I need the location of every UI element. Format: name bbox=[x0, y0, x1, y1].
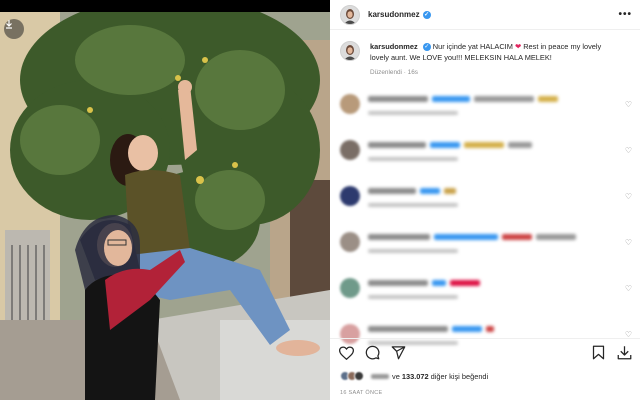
user-avatar[interactable] bbox=[340, 4, 360, 25]
save-button[interactable] bbox=[590, 345, 606, 361]
blurred-text bbox=[432, 280, 446, 286]
comment-like-icon[interactable]: ♡ bbox=[625, 100, 632, 109]
likes-prefix: ve bbox=[392, 371, 400, 381]
comment-meta-blurred bbox=[368, 111, 458, 115]
comment-row: ♡ bbox=[330, 272, 640, 318]
blurred-text bbox=[452, 326, 482, 332]
comment-like-icon[interactable]: ♡ bbox=[625, 192, 632, 201]
commenter-avatar[interactable] bbox=[340, 94, 360, 114]
blurred-text bbox=[432, 96, 470, 102]
caption-text: Nur içinde yat HALACIM bbox=[432, 42, 513, 51]
liker-name-blurred bbox=[371, 373, 389, 379]
comment-meta-blurred bbox=[368, 295, 458, 299]
caption-body: karsudonmez ✓ Nur içinde yat HALACIM ❤ R… bbox=[370, 41, 622, 78]
download-icon bbox=[6, 20, 12, 29]
comment-meta-blurred bbox=[368, 203, 458, 207]
comments-list: ♡ ♡ ♡ ♡ ♡ ♡ bbox=[330, 88, 640, 364]
comment-line bbox=[368, 234, 576, 249]
comment-like-icon[interactable]: ♡ bbox=[625, 284, 632, 293]
blurred-text bbox=[368, 326, 448, 332]
comment-row: ♡ bbox=[330, 134, 640, 180]
blurred-text bbox=[368, 142, 426, 148]
blurred-text bbox=[368, 188, 416, 194]
comment-line bbox=[368, 142, 532, 157]
heart-icon bbox=[338, 345, 354, 360]
more-options-icon[interactable]: ••• bbox=[618, 9, 632, 20]
blurred-text bbox=[420, 188, 440, 194]
commenter-avatar[interactable] bbox=[340, 186, 360, 206]
header-username[interactable]: karsudonmez ✓ bbox=[368, 10, 431, 19]
liker-avatar bbox=[354, 371, 364, 381]
caption-username[interactable]: karsudonmez bbox=[370, 42, 418, 51]
avatar-photo bbox=[344, 8, 356, 24]
comment-row: ♡ bbox=[330, 88, 640, 134]
likes-summary[interactable]: ve 133.072 diğer kişi beğendi bbox=[340, 371, 488, 381]
likes-suffix: diğer kişi beğendi bbox=[430, 371, 489, 381]
commenter-avatar[interactable] bbox=[340, 232, 360, 252]
comment-like-icon[interactable]: ♡ bbox=[625, 146, 632, 155]
comment-text-blurred bbox=[368, 280, 480, 318]
comment-line bbox=[368, 188, 458, 203]
post-sidebar: karsudonmez ✓ ••• karsudonmez ✓ Nur içind… bbox=[330, 0, 640, 400]
caption-meta: Düzenlendi · 16s bbox=[370, 69, 418, 76]
download-icon bbox=[617, 346, 631, 360]
header-username-text[interactable]: karsudonmez bbox=[368, 10, 420, 19]
edited-label: Düzenlendi bbox=[370, 69, 402, 76]
comment-row: ♡ bbox=[330, 226, 640, 272]
comment-button[interactable] bbox=[364, 345, 380, 361]
photo-scene bbox=[0, 0, 330, 400]
commenter-avatar[interactable] bbox=[340, 278, 360, 298]
liker-avatars bbox=[340, 371, 364, 381]
comment-icon bbox=[365, 345, 379, 360]
likes-count: 133.072 bbox=[401, 371, 429, 381]
blurred-text bbox=[508, 142, 532, 148]
blurred-text bbox=[368, 96, 428, 102]
blurred-text bbox=[368, 234, 430, 240]
post-actions-bar bbox=[330, 338, 640, 366]
download-post-button[interactable] bbox=[616, 345, 632, 361]
post-caption: karsudonmez ✓ Nur içinde yat HALACIM ❤ R… bbox=[330, 30, 640, 78]
blurred-text bbox=[368, 280, 428, 286]
blurred-text bbox=[450, 280, 480, 286]
comment-line bbox=[368, 96, 558, 111]
comment-meta-blurred bbox=[368, 157, 458, 161]
blurred-text bbox=[474, 96, 534, 102]
post-photo[interactable] bbox=[0, 0, 330, 400]
post-timestamp: 16 SAAT ÖNCE bbox=[340, 390, 383, 396]
comment-text-blurred bbox=[368, 142, 532, 180]
verified-icon: ✓ bbox=[422, 43, 431, 52]
share-button[interactable] bbox=[390, 345, 406, 361]
comment-meta-blurred bbox=[368, 249, 458, 253]
comment-line bbox=[368, 280, 480, 295]
blurred-text bbox=[538, 96, 558, 102]
bookmark-icon bbox=[592, 345, 604, 360]
blurred-text bbox=[430, 142, 460, 148]
blurred-text bbox=[464, 142, 504, 148]
red-heart-emoji: ❤ bbox=[514, 42, 522, 51]
right-actions bbox=[580, 345, 632, 361]
avatar-photo bbox=[344, 45, 356, 60]
caption-avatar[interactable] bbox=[340, 41, 360, 61]
photo-download-button[interactable] bbox=[4, 19, 24, 39]
blurred-text bbox=[502, 234, 532, 240]
edited-age: 16s bbox=[407, 69, 418, 76]
comment-like-icon[interactable]: ♡ bbox=[625, 238, 632, 247]
share-icon bbox=[391, 346, 405, 360]
commenter-avatar[interactable] bbox=[340, 140, 360, 160]
blurred-text bbox=[536, 234, 576, 240]
comment-text-blurred bbox=[368, 188, 458, 226]
verified-icon: ✓ bbox=[422, 10, 431, 19]
like-button[interactable] bbox=[338, 345, 354, 361]
comment-row: ♡ bbox=[330, 180, 640, 226]
blurred-text bbox=[434, 234, 498, 240]
comment-text-blurred bbox=[368, 234, 576, 272]
comment-text-blurred bbox=[368, 96, 558, 134]
blurred-text bbox=[486, 326, 494, 332]
blurred-text bbox=[444, 188, 456, 194]
post-header: karsudonmez ✓ ••• bbox=[330, 0, 640, 30]
